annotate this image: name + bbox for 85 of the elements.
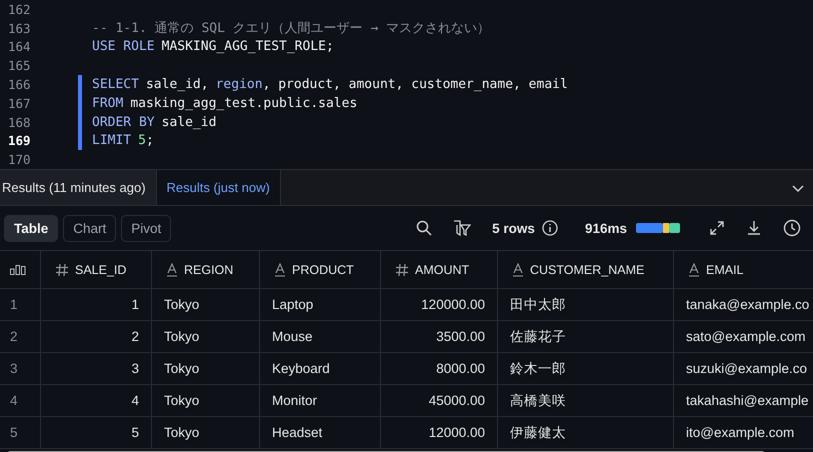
line-number: 163: [7, 20, 32, 36]
text-type-icon: [688, 262, 700, 276]
column-header[interactable]: REGION: [184, 262, 234, 276]
line-number: 166: [7, 77, 32, 92]
table-cell: 3500.00: [436, 329, 485, 344]
table-cell: 鈴木一郎: [510, 360, 566, 378]
code-token: ORDER BY: [92, 114, 155, 130]
table-cell: tanaka@example.co: [686, 297, 810, 312]
code-token: USE ROLE: [92, 39, 155, 54]
table-cell: Tokyo: [164, 361, 200, 376]
table-cell: 4: [131, 393, 139, 408]
view-tab[interactable]: Pivot: [121, 214, 172, 242]
column-header[interactable]: EMAIL: [706, 262, 744, 276]
table-cell: Monitor: [272, 393, 318, 408]
table-cell: 5: [131, 425, 139, 440]
info-icon[interactable]: [542, 220, 558, 236]
line-number: 170: [7, 152, 32, 168]
row-number: 4: [10, 393, 18, 408]
column-header[interactable]: SALE_ID: [75, 262, 126, 276]
query-duration: 916ms: [584, 220, 627, 236]
table-cell: Tokyo: [164, 297, 200, 312]
view-tab[interactable]: Chart: [63, 214, 116, 242]
code-token: region: [216, 77, 263, 92]
table-cell: 12000.00: [428, 425, 485, 440]
code-token: ;: [146, 133, 154, 148]
code-token: LIMIT: [92, 133, 132, 148]
number-type-icon: [395, 262, 409, 276]
text-type-icon: [512, 262, 524, 276]
line-number: 167: [7, 96, 32, 111]
table-cell: 佐藤花子: [510, 328, 566, 346]
text-type-icon: [274, 262, 286, 276]
table-cell: Tokyo: [164, 393, 200, 408]
results-tab[interactable]: Results (just now): [156, 170, 281, 205]
table-cell: 45000.00: [428, 393, 485, 408]
table-cell: Tokyo: [164, 425, 200, 440]
row-number: 2: [10, 329, 18, 344]
table-cell: Laptop: [272, 297, 314, 312]
table-cell: sato@example.com: [686, 329, 806, 344]
row-number: 5: [10, 425, 18, 440]
code-token: sale_id,: [146, 77, 209, 92]
table-cell: 高橋美咲: [510, 392, 566, 410]
clock-icon[interactable]: [783, 219, 801, 237]
table-cell: 2: [131, 329, 139, 344]
table-cell: 8000.00: [436, 361, 485, 376]
table-cell: Headset: [272, 425, 322, 440]
expand-icon[interactable]: [709, 220, 725, 236]
line-number: 164: [7, 39, 32, 54]
code-token: SELECT: [92, 77, 139, 92]
row-number: 3: [10, 361, 18, 376]
filter-icon[interactable]: [453, 220, 472, 236]
table-cell: Keyboard: [272, 361, 330, 376]
line-number: 162: [7, 2, 32, 17]
line-number: 165: [7, 58, 32, 74]
line-number: 168: [7, 114, 32, 130]
table-cell: ito@example.com: [686, 425, 794, 440]
timing-bar-icon: [636, 223, 680, 233]
search-icon[interactable]: [416, 220, 432, 236]
column-header[interactable]: PRODUCT: [292, 262, 354, 276]
code-token: , product, amount, customer_name, email: [262, 77, 568, 92]
table-cell: Mouse: [272, 329, 313, 344]
view-tab[interactable]: Table: [4, 214, 58, 242]
row-number: 1: [10, 297, 18, 312]
code-token: sale_id: [162, 114, 216, 130]
number-type-icon: [55, 262, 69, 276]
table-cell: takahashi@example: [686, 393, 809, 408]
table-cell: 1: [131, 297, 139, 312]
code-token: FROM: [92, 96, 124, 111]
table-cell: 120000.00: [421, 297, 485, 312]
table-cell: Tokyo: [164, 329, 200, 344]
code-token: 5: [138, 133, 146, 148]
line-number: 169: [7, 133, 32, 148]
code-token: masking_agg_test.public.sales: [130, 96, 358, 111]
code-token: MASKING_AGG_TEST_ROLE;: [162, 39, 334, 54]
text-type-icon: [166, 262, 178, 276]
row-count: 5 rows: [492, 220, 535, 236]
table-cell: 3: [131, 361, 139, 376]
column-header[interactable]: AMOUNT: [415, 262, 470, 276]
code-token: -- 1-1. 通常の SQL クエリ（人間ユーザー → マスクされない）: [92, 20, 490, 38]
column-header[interactable]: CUSTOMER_NAME: [530, 262, 644, 276]
table-cell: suzuki@example.co: [686, 361, 808, 376]
column-stats-icon[interactable]: [10, 264, 26, 274]
results-tab[interactable]: Results (11 minutes ago): [0, 170, 157, 205]
download-icon[interactable]: [746, 220, 762, 236]
table-cell: 田中太郎: [510, 296, 566, 314]
table-cell: 伊藤健太: [510, 424, 566, 442]
